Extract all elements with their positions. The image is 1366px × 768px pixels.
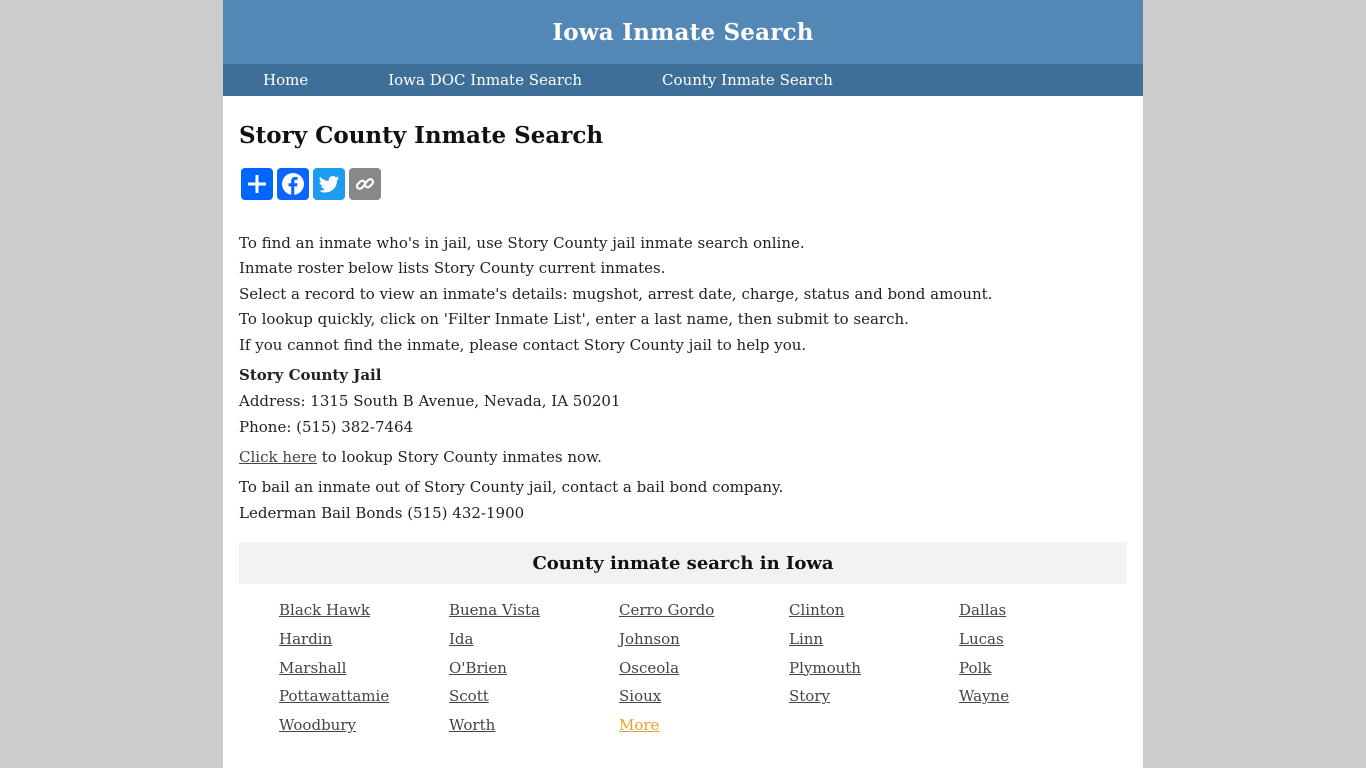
share-plus-icon — [248, 175, 266, 193]
intro-line-1: To find an inmate who's in jail, use Sto… — [239, 234, 805, 252]
county-link[interactable]: Plymouth — [789, 654, 959, 683]
jail-phone: Phone: (515) 382-7464 — [239, 418, 414, 436]
copy-link-button[interactable] — [349, 168, 381, 200]
county-link[interactable]: Cerro Gordo — [619, 596, 789, 625]
county-link[interactable]: Pottawattamie — [279, 682, 449, 711]
county-link[interactable]: Black Hawk — [279, 596, 449, 625]
county-link[interactable]: Lucas — [959, 625, 1129, 654]
county-section-title: County inmate search in Iowa — [532, 552, 834, 574]
share-bar — [241, 168, 381, 200]
county-link[interactable]: Woodbury — [279, 711, 449, 740]
page: Iowa Inmate Search Home Iowa DOC Inmate … — [223, 0, 1143, 768]
county-section-header: County inmate search in Iowa — [239, 542, 1127, 584]
bail-text: To bail an inmate out of Story County ja… — [239, 478, 784, 496]
lookup-text: to lookup Story County inmates now. — [316, 448, 602, 466]
county-link[interactable]: Dallas — [959, 596, 1129, 625]
intro-line-5: If you cannot find the inmate, please co… — [239, 336, 807, 354]
county-link[interactable]: O'Brien — [449, 654, 619, 683]
county-link[interactable]: Osceola — [619, 654, 789, 683]
county-link[interactable]: Polk — [959, 654, 1129, 683]
county-link[interactable]: Worth — [449, 711, 619, 740]
intro-line-4: To lookup quickly, click on 'Filter Inma… — [239, 310, 909, 328]
facebook-icon — [282, 173, 304, 195]
county-link[interactable]: Ida — [449, 625, 619, 654]
county-link[interactable]: Johnson — [619, 625, 789, 654]
nav-home-link[interactable]: Home — [263, 71, 308, 89]
county-link[interactable]: Buena Vista — [449, 596, 619, 625]
lookup-line: Click here to lookup Story County inmate… — [239, 448, 602, 466]
nav-county-link[interactable]: County Inmate Search — [662, 71, 833, 89]
facebook-share-button[interactable] — [277, 168, 309, 200]
jail-name: Story County Jail — [239, 366, 382, 384]
county-link[interactable]: Marshall — [279, 654, 449, 683]
county-link-grid: Black Hawk Buena Vista Cerro Gordo Clint… — [279, 596, 1129, 740]
intro-line-3: Select a record to view an inmate's deta… — [239, 285, 993, 303]
lookup-click-here-link[interactable]: Click here — [239, 448, 317, 466]
county-link[interactable]: Wayne — [959, 682, 1129, 711]
bail-company: Lederman Bail Bonds (515) 432-1900 — [239, 504, 525, 522]
county-link[interactable]: Sioux — [619, 682, 789, 711]
site-title[interactable]: Iowa Inmate Search — [552, 19, 813, 46]
county-link[interactable]: Scott — [449, 682, 619, 711]
copy-link-icon — [355, 178, 375, 190]
county-link[interactable]: Story — [789, 682, 959, 711]
twitter-share-button[interactable] — [313, 168, 345, 200]
intro-line-2: Inmate roster below lists Story County c… — [239, 259, 666, 277]
county-link[interactable]: Clinton — [789, 596, 959, 625]
more-counties-link[interactable]: More — [619, 711, 789, 740]
nav-iowa-doc-link[interactable]: Iowa DOC Inmate Search — [388, 71, 582, 89]
twitter-icon — [319, 175, 339, 193]
share-button[interactable] — [241, 168, 273, 200]
county-link[interactable]: Linn — [789, 625, 959, 654]
site-header: Iowa Inmate Search — [223, 0, 1143, 64]
jail-address: Address: 1315 South B Avenue, Nevada, IA… — [239, 392, 621, 410]
county-link[interactable]: Hardin — [279, 625, 449, 654]
page-title: Story County Inmate Search — [239, 122, 604, 149]
main-nav: Home Iowa DOC Inmate Search County Inmat… — [223, 64, 1143, 96]
